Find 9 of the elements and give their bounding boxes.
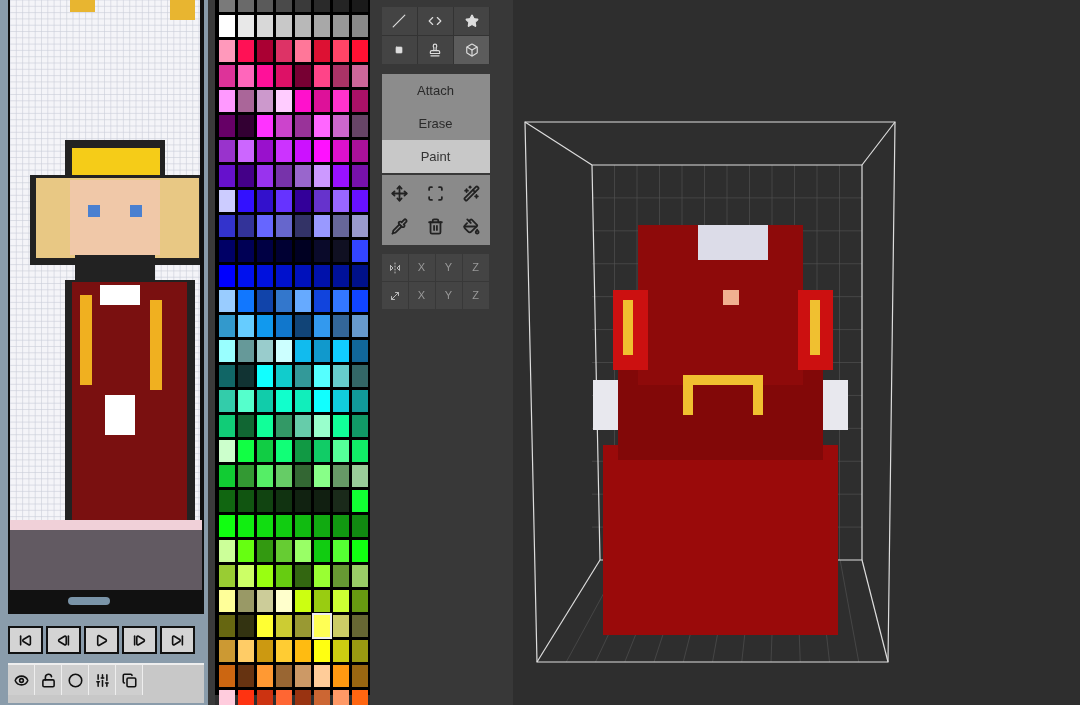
- axis-button[interactable]: X: [408, 282, 435, 309]
- axis-button[interactable]: Y: [435, 282, 462, 309]
- axis-button[interactable]: Y: [435, 254, 462, 281]
- axis-button[interactable]: Z: [462, 254, 489, 281]
- mode-button[interactable]: Erase: [381, 107, 490, 140]
- mode-button[interactable]: Attach: [381, 74, 490, 107]
- axis-button[interactable]: X: [408, 254, 435, 281]
- axis-button[interactable]: Z: [462, 282, 489, 309]
- mode-button[interactable]: Paint: [381, 140, 490, 173]
